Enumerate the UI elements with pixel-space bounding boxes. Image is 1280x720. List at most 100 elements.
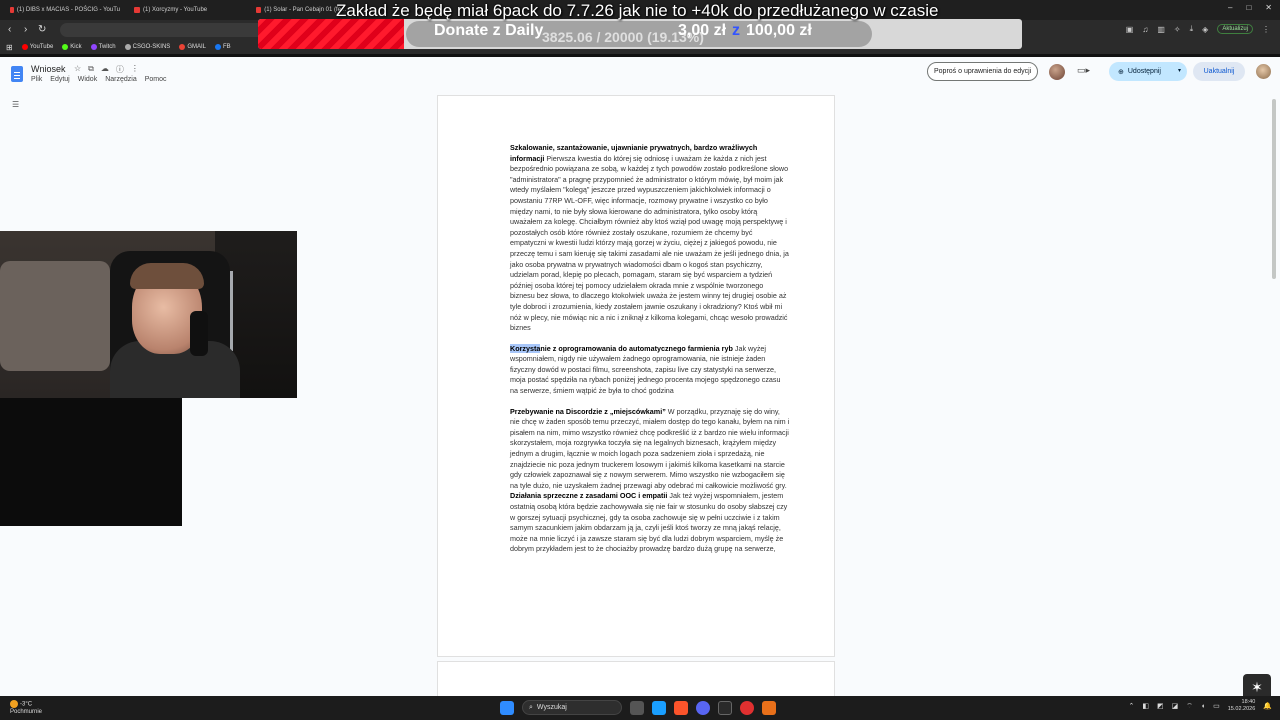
- paragraph-heading: Przebywanie na Discordzie z „miejscówkam…: [510, 406, 666, 416]
- paragraph: Przebywanie na Discordzie z „miejscówkam…: [510, 407, 790, 492]
- extension-icon[interactable]: ▣: [1126, 25, 1134, 34]
- taskbar-search[interactable]: ⌕ Wyszukaj: [522, 700, 622, 715]
- donate-min: 3,00 zł: [678, 22, 727, 39]
- paragraph-heading: Działania sprzeczne z zasadami OOC i emp…: [510, 491, 668, 501]
- youtube-icon: [256, 7, 262, 13]
- meet-video-icon[interactable]: ▭▸: [1077, 65, 1090, 76]
- document-page: Szkalowanie, szantażowanie, ujawnianie p…: [437, 95, 835, 657]
- bookmark-gmail[interactable]: GMAIL: [179, 44, 206, 50]
- download-icon[interactable]: ⤓: [1190, 24, 1194, 34]
- weather-temp: -3°C: [20, 701, 33, 708]
- text-selection: Korzysta: [510, 343, 541, 353]
- bookmark-fb[interactable]: FB: [215, 44, 231, 50]
- stream-overlay-title: Zakład że będę miał 6pack do 7.7.26 jak …: [336, 1, 939, 20]
- donate-max: 100,00 zł: [746, 22, 812, 39]
- paragraph-body: Pierwsza kwestia do której się odniosę i…: [510, 153, 789, 333]
- app-icon[interactable]: [718, 700, 732, 715]
- globe-icon: [124, 44, 131, 50]
- bookmark-kick[interactable]: Kick: [62, 44, 82, 50]
- bookmark-csgo-skins[interactable]: CSGO-SKINS: [124, 44, 170, 50]
- donate-sep: z: [732, 22, 741, 39]
- move-folder-icon[interactable]: ⧉: [88, 64, 94, 75]
- globe-icon: ⊕: [1118, 68, 1124, 76]
- menu-icon[interactable]: ⋮: [1262, 25, 1270, 34]
- bookmark-youtube[interactable]: YouTube: [21, 44, 53, 50]
- minimize-button[interactable]: –: [1228, 3, 1232, 12]
- tray-app-icon[interactable]: ◪: [1172, 702, 1179, 710]
- sidebar-icon[interactable]: ▥: [1157, 25, 1165, 34]
- info-icon[interactable]: ⓘ: [116, 64, 124, 75]
- donate-goal-bar: Donate z Daily 3825.06 / 20000 (19.13%) …: [258, 19, 1022, 49]
- docs-logo-icon[interactable]: [11, 66, 23, 82]
- browser-tab[interactable]: (1) DIBS x MACIAS - POŚCIG - YouTu: [10, 4, 120, 16]
- document-title[interactable]: Wniosek: [31, 64, 66, 74]
- discord-icon[interactable]: [696, 700, 710, 715]
- volume-icon[interactable]: ◖: [1201, 703, 1205, 710]
- task-view-icon[interactable]: [630, 700, 644, 715]
- brave-icon[interactable]: [674, 700, 688, 715]
- forward-icon[interactable]: ›: [24, 24, 27, 35]
- tray-overflow-icon[interactable]: ⌃: [1129, 702, 1135, 710]
- collaborator-avatar[interactable]: [1049, 64, 1065, 80]
- paragraph-heading: nie z oprogramowania do automatycznego f…: [540, 343, 733, 353]
- extension-icon[interactable]: ♫: [1142, 25, 1148, 34]
- donate-goal-fill: [258, 19, 405, 49]
- document-outline-icon[interactable]: ☰: [12, 100, 19, 109]
- youtube-icon: [21, 44, 28, 50]
- weather-icon: [10, 700, 18, 708]
- gmail-icon: [179, 44, 186, 50]
- menu-item-help[interactable]: Pomoc: [145, 76, 167, 83]
- reload-icon[interactable]: ↻: [38, 24, 46, 35]
- chevron-down-icon[interactable]: ▾: [1178, 67, 1181, 74]
- docs-header: Wniosek ☆ ⧉ ☁ ⓘ ⋮ Plik Edytuj Widok Narz…: [0, 57, 1280, 93]
- more-icon[interactable]: ⋮: [131, 64, 139, 75]
- back-icon[interactable]: ‹: [8, 24, 11, 35]
- obs-icon[interactable]: [740, 700, 754, 715]
- scrollbar-thumb[interactable]: [1272, 99, 1276, 279]
- puzzle-icon[interactable]: ✧: [1174, 25, 1181, 34]
- youtube-icon: [10, 7, 14, 13]
- steam-icon[interactable]: [652, 700, 666, 715]
- scrollbar[interactable]: [1270, 93, 1278, 696]
- window-controls: – □ ✕: [1228, 3, 1272, 12]
- apps-grid-icon[interactable]: ⊞: [6, 43, 13, 52]
- tray-app-icon[interactable]: ◩: [1157, 702, 1164, 710]
- kick-icon: [62, 44, 69, 50]
- search-icon: ⌕: [529, 703, 533, 711]
- browser-tab[interactable]: (1) Solar - Pan Cebajn 01 (fe...: [256, 4, 346, 16]
- app-icon[interactable]: [762, 700, 776, 715]
- user-avatar[interactable]: [1256, 64, 1271, 79]
- microphone: [190, 311, 208, 356]
- weather-widget[interactable]: -3°C Pochmurnie: [10, 700, 42, 716]
- update-browser-button[interactable]: Aktualizuj: [1217, 24, 1253, 34]
- document-body[interactable]: Szkalowanie, szantażowanie, ujawnianie p…: [510, 143, 790, 555]
- title-icons: ☆ ⧉ ☁ ⓘ ⋮: [74, 64, 139, 75]
- cloud-status-icon[interactable]: ☁: [101, 64, 109, 75]
- webcam-couch: [0, 261, 110, 371]
- request-edit-access-button[interactable]: Poproś o uprawnienia do edycji: [927, 62, 1039, 81]
- menu-item-view[interactable]: Widok: [78, 76, 97, 83]
- menu-item-file[interactable]: Plik: [31, 76, 42, 83]
- paragraph-body: Jak też wyżej wspomniałem, jestem ostatn…: [510, 491, 788, 554]
- tray-app-icon[interactable]: ◧: [1142, 702, 1149, 710]
- donate-label: Donate z Daily: [434, 22, 544, 39]
- paragraph: Działania sprzeczne z zasadami OOC i emp…: [510, 491, 790, 555]
- share-button[interactable]: ⊕ Udostępnij ▾: [1109, 62, 1187, 81]
- menu-item-tools[interactable]: Narzędzia: [105, 76, 137, 83]
- close-button[interactable]: ✕: [1265, 3, 1272, 12]
- bookmark-twitch[interactable]: Twitch: [90, 44, 116, 50]
- windows-start-icon[interactable]: [500, 700, 514, 715]
- maximize-button[interactable]: □: [1246, 3, 1251, 12]
- document-page: [437, 661, 835, 701]
- youtube-icon: [134, 7, 140, 13]
- network-icon[interactable]: ⌔: [1186, 702, 1193, 711]
- menu-item-edit[interactable]: Edytuj: [50, 76, 69, 83]
- upgrade-button[interactable]: Uaktualnij: [1193, 62, 1245, 81]
- battery-icon[interactable]: ▭: [1213, 702, 1220, 710]
- browser-tab[interactable]: (1) Xorcyzmy - YouTube: [134, 4, 244, 16]
- notification-icon[interactable]: 🔔: [1263, 702, 1272, 710]
- star-icon[interactable]: ☆: [74, 64, 81, 75]
- shield-icon[interactable]: ◈: [1202, 25, 1208, 34]
- system-clock[interactable]: 18:40 15.02.2026: [1228, 699, 1256, 713]
- taskbar-apps: ⌕ Wyszukaj: [500, 700, 776, 715]
